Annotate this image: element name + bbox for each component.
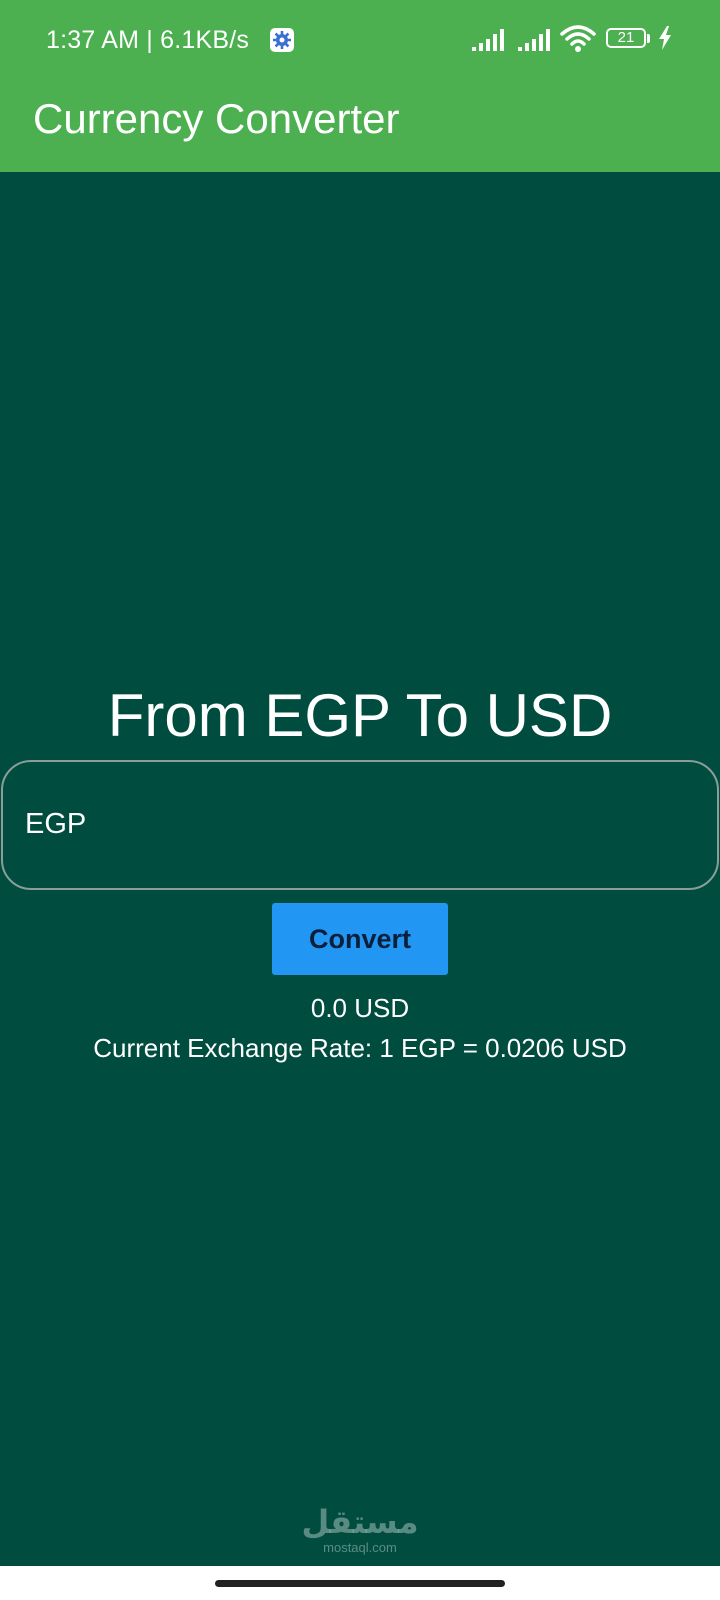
charging-icon xyxy=(658,26,672,50)
convert-button[interactable]: Convert xyxy=(272,903,448,975)
signal-icon xyxy=(472,28,508,52)
status-time: 1:37 AM | 6.1KB/s xyxy=(46,26,250,54)
exchange-rate-text: Current Exchange Rate: 1 EGP = 0.0206 US… xyxy=(93,1033,627,1063)
battery-level: 21 xyxy=(617,29,635,46)
signal-icon-2 xyxy=(518,28,554,52)
result-text: 0.0 USD xyxy=(310,993,410,1023)
status-bar: 1:37 AM | 6.1KB/s 21 xyxy=(0,0,720,78)
watermark-arabic: مستقل xyxy=(301,1504,419,1540)
watermark-logo: مستقل mostaql.com xyxy=(300,1504,420,1564)
amount-input[interactable] xyxy=(25,802,685,846)
watermark-latin: mostaql.com xyxy=(323,1540,397,1555)
wifi-icon xyxy=(560,24,596,54)
app-bar: Currency Converter xyxy=(0,78,720,172)
battery-icon: 21 xyxy=(606,28,652,50)
conversion-heading: From EGP To USD xyxy=(107,682,613,749)
app-title: Currency Converter xyxy=(33,95,400,142)
amount-field[interactable] xyxy=(1,760,719,890)
navigation-bar xyxy=(0,1566,720,1600)
battery-tip xyxy=(647,34,650,43)
gear-icon xyxy=(270,28,294,52)
home-indicator[interactable] xyxy=(215,1580,505,1587)
